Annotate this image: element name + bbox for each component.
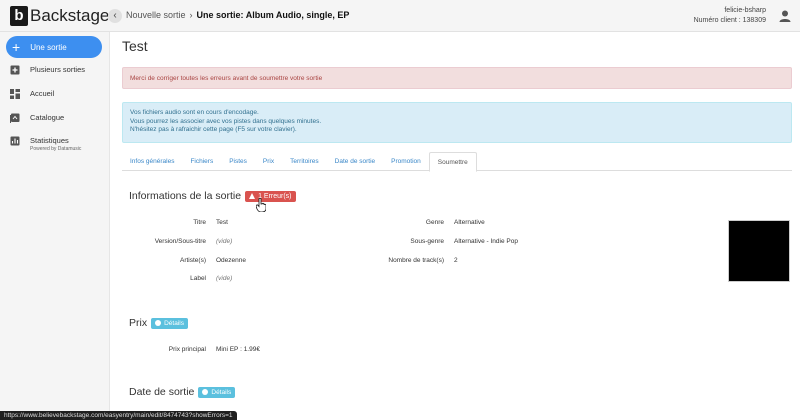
error-alert: Merci de corriger toutes les erreurs ava…: [122, 67, 792, 89]
hand-cursor-icon: [256, 198, 266, 212]
sidebar-item-label: Plusieurs sorties: [30, 65, 86, 74]
main-price-label: Prix principal: [168, 346, 206, 353]
cover-artwork[interactable]: [728, 220, 790, 282]
logo-mark: b: [10, 6, 28, 26]
tab-price[interactable]: Prix: [255, 152, 282, 171]
chart-icon: [10, 136, 20, 146]
tab-promotion[interactable]: Promotion: [383, 152, 429, 171]
sidebar-item-label: Accueil: [30, 89, 55, 98]
new-release-button[interactable]: + Une sortie: [6, 36, 102, 58]
top-bar: b Backstage ‹ Nouvelle sortie › Une sort…: [0, 0, 800, 32]
sidebar-item-label: Statistiques: [30, 136, 69, 145]
warning-icon: [249, 193, 256, 199]
user-icon[interactable]: [778, 9, 792, 23]
breadcrumb-current: Une sortie: Album Audio, single, EP: [196, 10, 350, 20]
statistics-text: Statistiques Powered by Datamusic: [30, 136, 81, 152]
catalog-icon: [10, 113, 20, 123]
page-title: Test: [122, 38, 148, 54]
release-tabs: Infos générales Fichiers Pistes Prix Ter…: [122, 152, 792, 172]
breadcrumb: Nouvelle sortie › Une sortie: Album Audi…: [126, 10, 349, 20]
artist-value: Odezenne: [216, 257, 246, 264]
info-alert-line: Vous pourrez les associer avec vos piste…: [130, 117, 322, 125]
title-value: Test: [216, 219, 228, 226]
new-release-label: Une sortie: [30, 42, 67, 52]
details-label: Détails: [211, 388, 232, 396]
sidebar-item-statistics[interactable]: Statistiques Powered by Datamusic: [10, 136, 81, 152]
info-alert: Vos fichiers audio sont en cours d'encod…: [122, 102, 792, 143]
section-heading: Prix: [129, 317, 148, 329]
main-price-value: Mini EP : 1.99€: [216, 346, 260, 353]
client-number: Numéro client : 138309: [693, 17, 766, 24]
link-status-bar: https://www.believebackstage.com/easyent…: [0, 411, 237, 420]
tab-submit[interactable]: Soumettre: [428, 152, 477, 172]
subgenre-label: Sous-genre: [410, 238, 444, 245]
tab-territories[interactable]: Territoires: [282, 152, 327, 171]
backstage-logo[interactable]: b Backstage: [10, 5, 109, 27]
sidebar-item-multiple-releases[interactable]: Plusieurs sorties: [10, 65, 85, 75]
release-date-section: Date de sortie Détails: [129, 386, 236, 398]
sidebar: + Une sortie Plusieurs sorties Accueil C…: [0, 32, 110, 420]
breadcrumb-new-release[interactable]: Nouvelle sortie: [126, 10, 186, 20]
version-value: (vide): [216, 238, 233, 245]
tab-files[interactable]: Fichiers: [182, 152, 221, 171]
track-count-label: Nombre de track(s): [388, 257, 444, 264]
info-alert-line: Vos fichiers audio sont en cours d'encod…: [130, 109, 259, 116]
section-heading: Informations de la sortie: [129, 190, 242, 202]
logo-text: Backstage: [30, 6, 110, 25]
breadcrumb-separator: ›: [189, 10, 193, 20]
plus-square-icon: [10, 65, 20, 75]
version-label: Version/Sous-titre: [154, 238, 206, 245]
section-heading: Date de sortie: [129, 386, 195, 398]
errors-badge[interactable]: 1 Erreur(s): [245, 190, 296, 202]
genre-label: Genre: [425, 219, 444, 226]
artist-label: Artiste(s): [180, 257, 206, 264]
subgenre-value: Alternative - Indie Pop: [454, 238, 518, 245]
tab-tracks[interactable]: Pistes: [221, 152, 255, 171]
track-count-value: 2: [454, 257, 458, 264]
price-details-button[interactable]: Détails: [151, 317, 188, 329]
sidebar-item-home[interactable]: Accueil: [10, 89, 54, 99]
info-alert-line: N'hésitez pas à rafraichir cette page (F…: [130, 126, 297, 133]
label-label: Label: [190, 275, 206, 282]
genre-value: Alternative: [454, 219, 485, 226]
sidebar-item-sublabel: Powered by Datamusic: [30, 146, 82, 152]
tab-release-date[interactable]: Date de sortie: [327, 152, 383, 171]
user-info[interactable]: felicie-bsharp Numéro client : 138309: [694, 6, 766, 26]
label-value: (vide): [216, 275, 233, 282]
user-name: felicie-bsharp: [724, 7, 766, 14]
eye-icon: [202, 389, 209, 395]
details-label: Détails: [164, 319, 184, 327]
tab-general-info[interactable]: Infos générales: [122, 152, 182, 171]
plus-icon: +: [12, 39, 21, 55]
price-section: Prix Détails: [129, 317, 188, 329]
dashboard-icon: [10, 89, 20, 99]
title-label: Titre: [193, 219, 206, 226]
release-info-section: Informations de la sortie 1 Erreur(s): [129, 190, 296, 202]
release-date-details-button[interactable]: Détails: [198, 386, 236, 398]
sidebar-item-label: Catalogue: [30, 113, 65, 122]
sidebar-item-catalog[interactable]: Catalogue: [10, 113, 64, 123]
main-content: Test Merci de corriger toutes les erreur…: [110, 32, 800, 420]
eye-icon: [155, 320, 162, 326]
back-button[interactable]: ‹: [108, 9, 122, 23]
